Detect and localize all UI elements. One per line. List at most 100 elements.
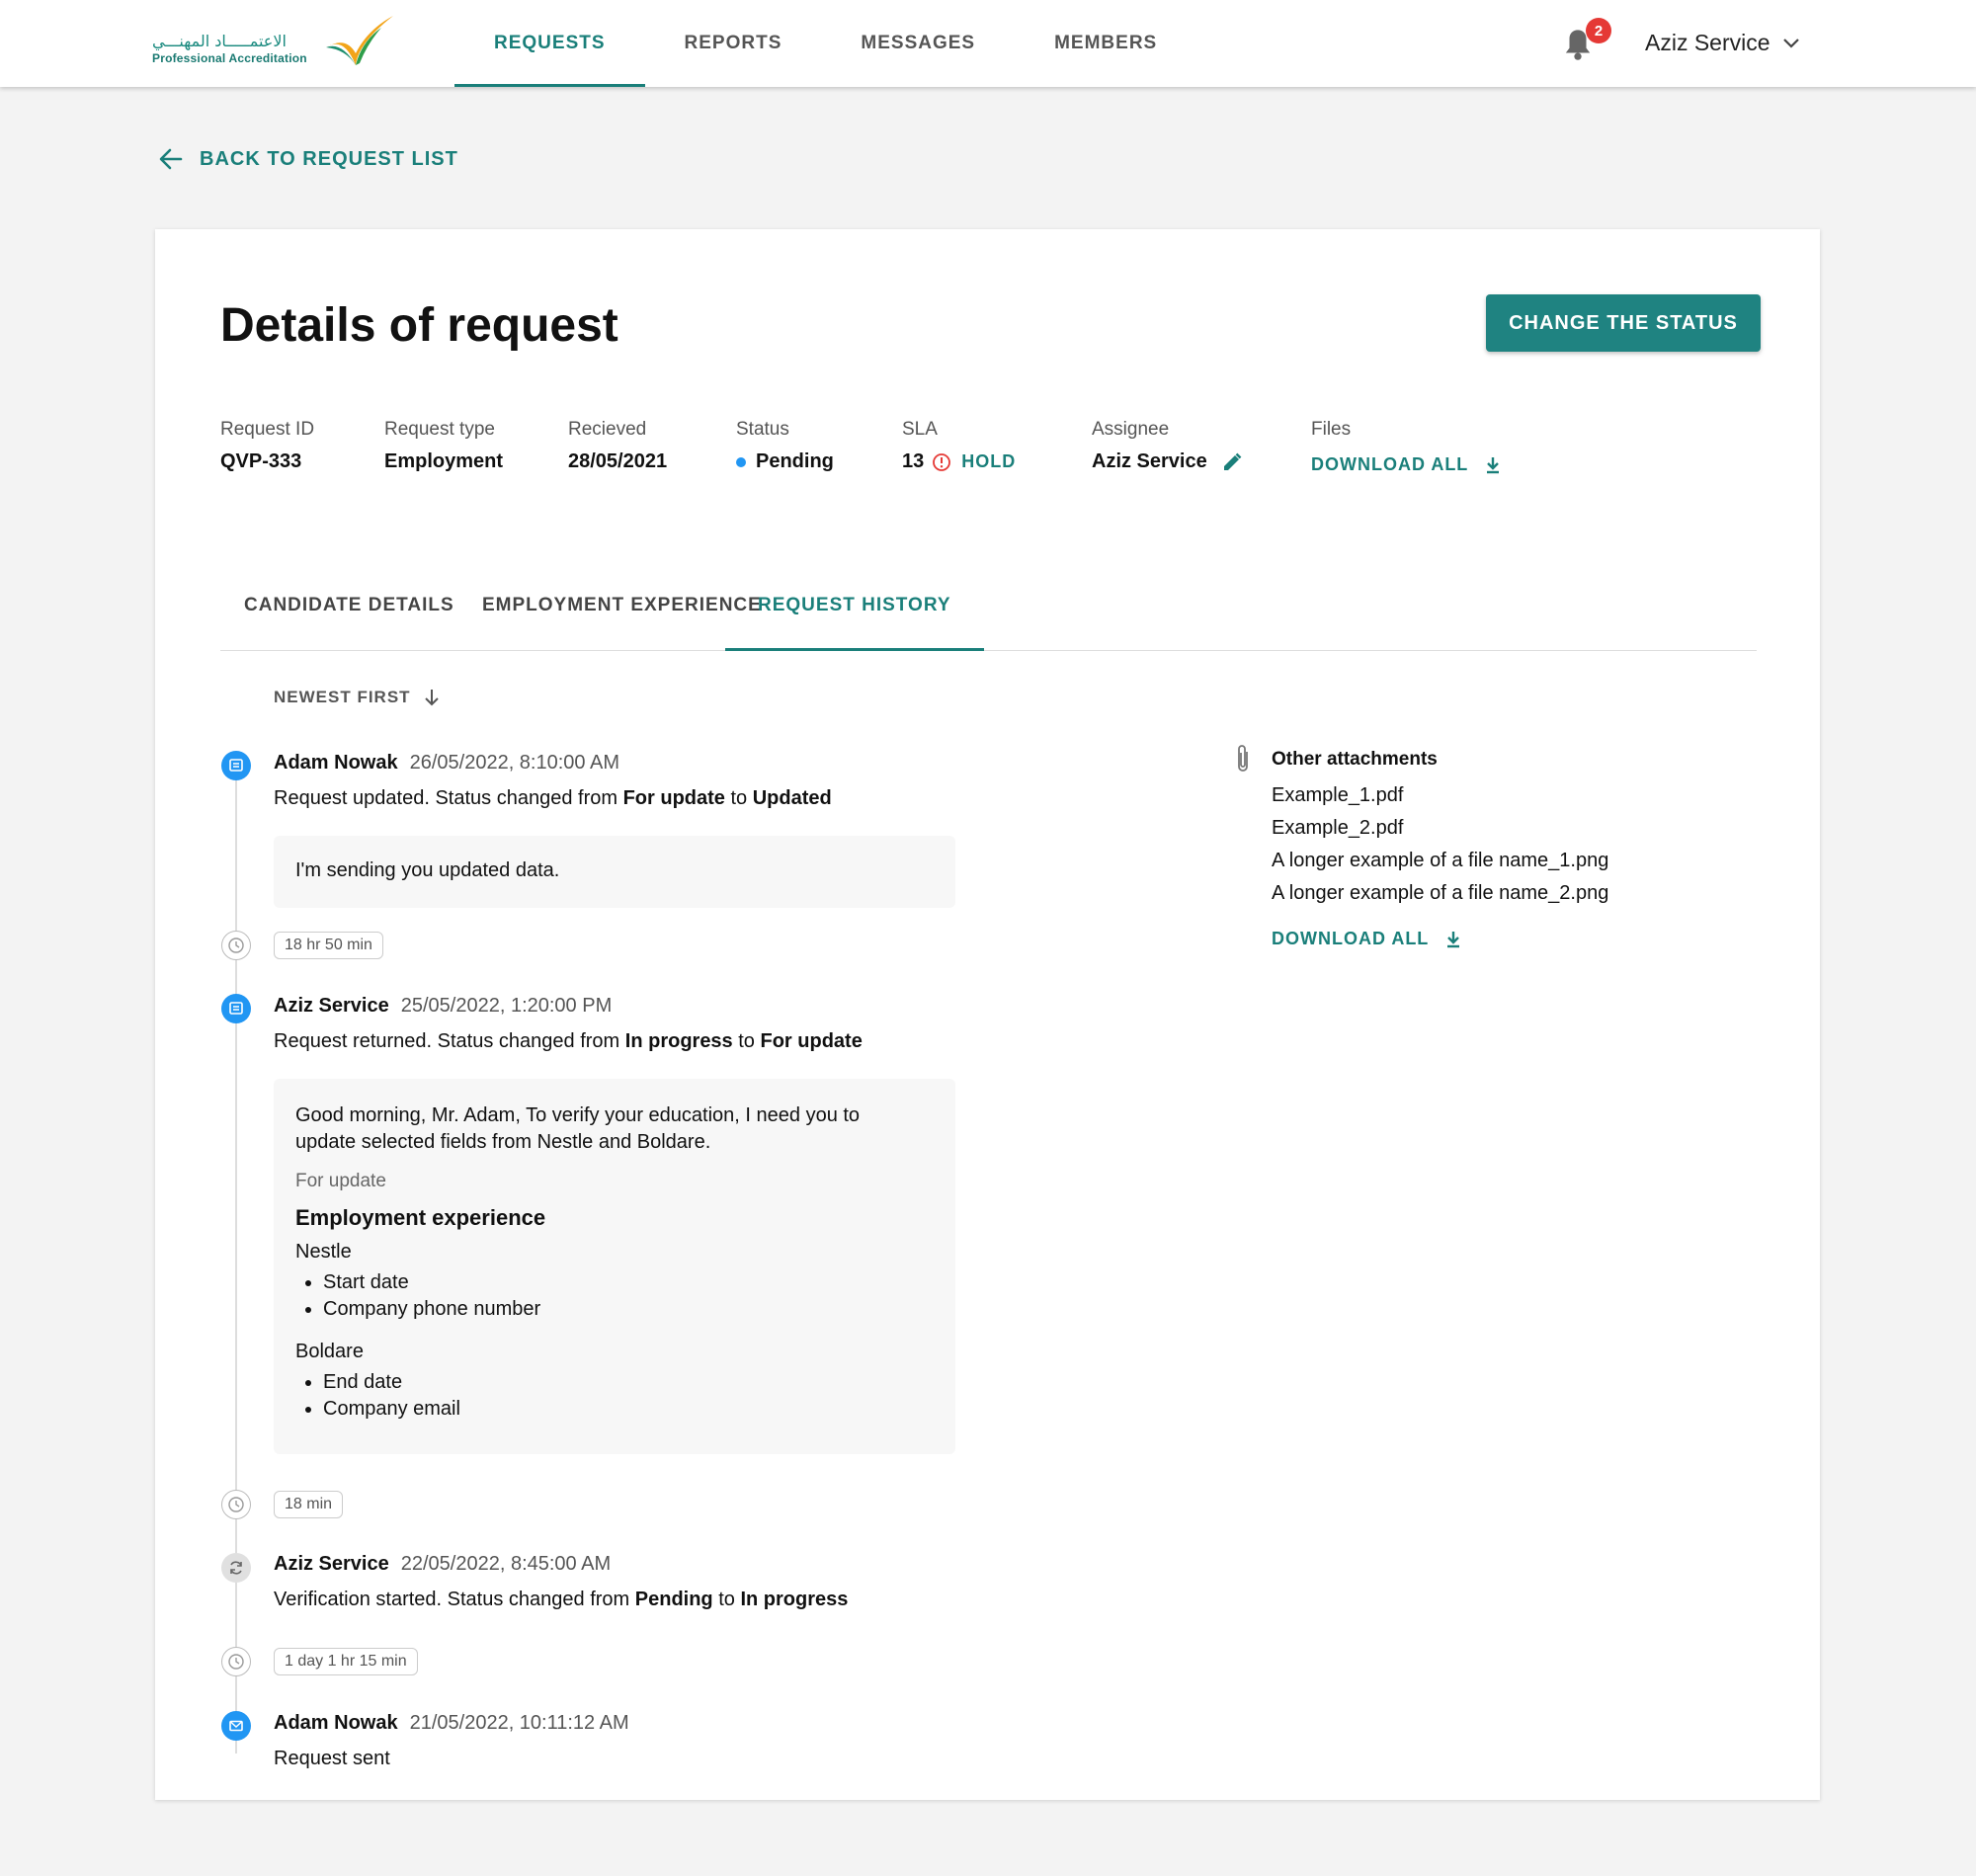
download-icon [1487,456,1500,473]
field-list: Start date Company phone number [295,1269,934,1323]
meta-request-id: Request ID QVP-333 [220,419,314,473]
meta-label: SLA [902,419,938,440]
attachment-file[interactable]: Example_1.pdf [1272,784,1403,807]
history-date: 25/05/2022, 1:20:00 PM [400,995,613,1017]
meta-assignee: Assignee Aziz Service [1092,419,1243,473]
main-nav: REQUESTS REPORTS MESSAGES MEMBERS [454,0,1196,87]
field-item: Company email [295,1396,934,1423]
arrow-down-icon [424,690,439,706]
meta-label: Recieved [568,419,647,440]
status-text: Pending [756,450,834,472]
download-icon [1447,931,1460,947]
download-all-attachments-link[interactable]: DOWNLOAD ALL [1272,929,1462,949]
meta-value: 28/05/2021 [568,450,668,472]
attachment-file[interactable]: A longer example of a file name_2.png [1272,882,1608,905]
meta-status: Status Pending [736,419,834,473]
meta-sla: SLA 13 HOLD [902,419,1016,473]
field-list: End date Company email [295,1369,934,1423]
history-description: Verification started. Status changed fro… [274,1589,848,1611]
meta-label: Request type [384,419,495,440]
download-all-label: DOWNLOAD ALL [1311,454,1469,474]
company-name: Boldare [295,1341,364,1362]
history-date: 22/05/2022, 8:45:00 AM [400,1553,612,1575]
meta-value: Employment [384,450,504,472]
download-all-files-link[interactable]: DOWNLOAD ALL [1311,454,1502,475]
logo-arabic-text: الاعتمـــــاد المهنـــي [152,32,287,50]
history-to-status: For update [760,1030,863,1052]
nav-reports[interactable]: REPORTS [645,0,822,87]
history-entry-header: Adam Nowak 26/05/2022, 8:10:00 AM [274,752,619,775]
top-bar: الاعتمـــــاد المهنـــي Professional Acc… [0,0,1976,87]
change-status-button[interactable]: CHANGE THE STATUS [1486,294,1761,352]
back-to-list-link[interactable]: BACK TO REQUEST LIST [158,146,458,172]
tab-employment-experience[interactable]: EMPLOYMENT EXPERIENCE [480,595,764,651]
history-to-word: to [732,1030,761,1052]
duration-badge: 1 day 1 hr 15 min [274,1648,418,1675]
pencil-icon[interactable] [1221,451,1243,473]
history-entry-header: Aziz Service 22/05/2022, 8:45:00 AM [274,1553,611,1576]
meta-received: Recieved 28/05/2021 [568,419,667,473]
duration-badge: 18 hr 50 min [274,932,383,959]
history-author: Adam Nowak [274,752,398,774]
history-message: Good morning, Mr. Adam, To verify your e… [274,1079,955,1454]
nav-messages[interactable]: MESSAGES [821,0,1015,87]
message-icon [221,751,251,780]
meta-label: Assignee [1092,419,1170,440]
meta-request-type: Request type Employment [384,419,503,473]
history-date: 26/05/2022, 8:10:00 AM [409,752,619,774]
meta-label: Request ID [220,419,315,440]
mail-icon [221,1711,251,1741]
user-menu[interactable]: Aziz Service [1645,30,1800,56]
history-text-prefix: Request updated. Status changed from [274,787,623,809]
notification-badge: 2 [1586,18,1611,43]
meta-files: Files DOWNLOAD ALL [1311,419,1502,475]
back-link-label: BACK TO REQUEST LIST [200,147,458,170]
timeline-line [235,775,237,1754]
nav-members[interactable]: MEMBERS [1015,0,1196,87]
logo-mark-icon [326,16,393,65]
logo-english-text: Professional Accreditation [152,51,307,65]
assignee-name: Aziz Service [1092,450,1207,472]
history-text-prefix: Request returned. Status changed from [274,1030,625,1052]
history-author: Aziz Service [274,1553,389,1575]
company-name: Nestle [295,1241,352,1263]
arrow-left-icon [159,148,183,170]
tab-candidate-details[interactable]: CANDIDATE DETAILS [242,595,456,651]
download-all-label: DOWNLOAD ALL [1272,929,1430,948]
status-dot [736,456,746,467]
history-to-word: to [724,787,753,809]
sla-hold: HOLD [961,451,1017,471]
sla-days: 13 [902,450,925,472]
section-title: Employment experience [295,1205,546,1230]
message-icon [221,994,251,1023]
attachment-file[interactable]: Example_2.pdf [1272,817,1403,840]
tab-request-history[interactable]: REQUEST HISTORY [725,595,984,651]
history-to-status: In progress [740,1589,849,1610]
history-message-text: I'm sending you updated data. [295,859,560,881]
history-message: I'm sending you updated data. [274,836,955,908]
assignee-value: Aziz Service [1092,450,1243,473]
history-author: Adam Nowak [274,1712,398,1734]
chevron-down-icon [1782,38,1799,48]
clock-icon [221,1490,251,1519]
sort-toggle[interactable]: NEWEST FIRST [274,688,441,707]
field-item: Company phone number [295,1296,934,1323]
refresh-icon [221,1553,251,1583]
field-item: End date [295,1369,934,1396]
meta-value: QVP-333 [220,450,302,472]
sla-value: 13 HOLD [902,450,1016,473]
history-message-text: Good morning, Mr. Adam, To verify your e… [295,1104,861,1153]
attachments-title: Other attachments [1272,749,1438,770]
history-to-status: Updated [752,787,832,809]
logo[interactable]: الاعتمـــــاد المهنـــي Professional Acc… [148,14,395,73]
history-entry-header: Aziz Service 25/05/2022, 1:20:00 PM [274,995,612,1018]
history-to-word: to [712,1589,741,1610]
history-text-prefix: Verification started. Status changed fro… [274,1589,635,1610]
history-from-status: In progress [624,1030,733,1052]
history-description: Request updated. Status changed from For… [274,787,832,810]
page-title: Details of request [220,299,618,352]
nav-requests[interactable]: REQUESTS [454,0,645,87]
attachment-file[interactable]: A longer example of a file name_1.png [1272,850,1608,872]
meta-label: Files [1311,419,1352,440]
history-author: Aziz Service [274,995,389,1017]
